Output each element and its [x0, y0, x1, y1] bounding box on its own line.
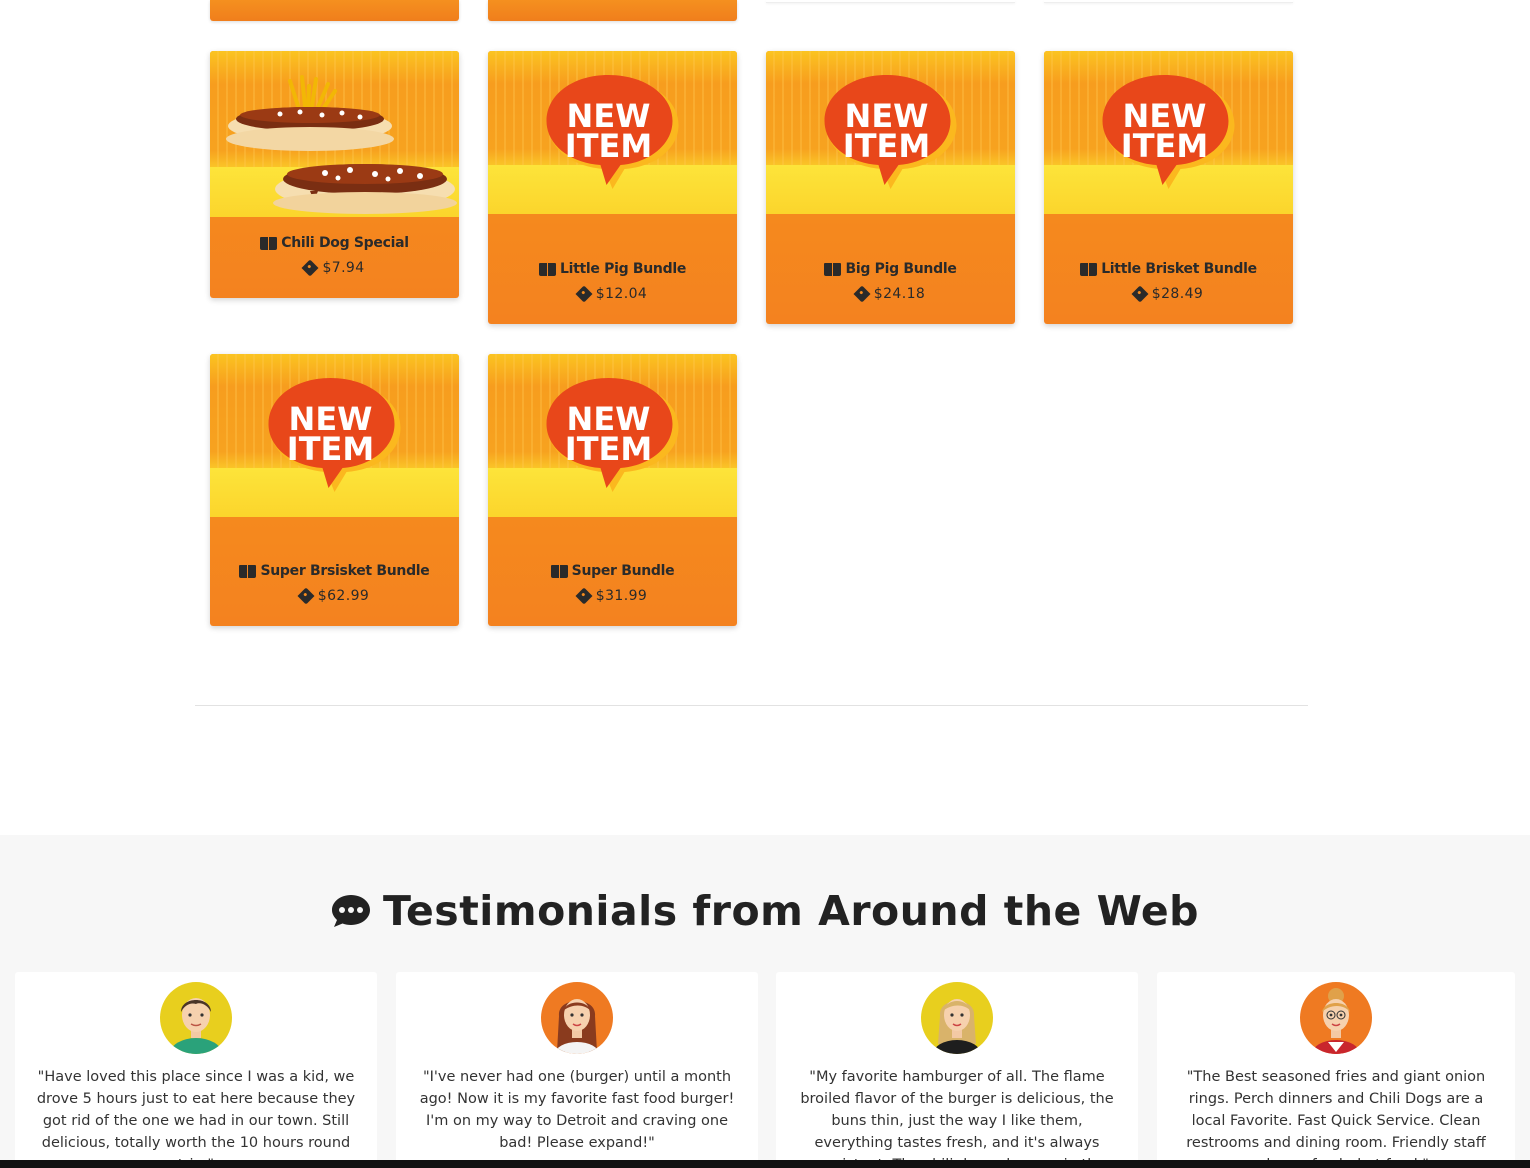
menu-item-name: Super Bundle	[488, 563, 737, 579]
menu-item-name: Chili Dog Special	[210, 235, 459, 251]
menu-item-name: Little Brisket Bundle	[1044, 261, 1293, 277]
menu-card-big-pig-bundle[interactable]: NEW ITEM Big Pig Bundle $24.18	[766, 51, 1015, 324]
new-item-badge-icon: NEW ITEM	[262, 376, 407, 492]
menu-card-super-bundle[interactable]: NEW ITEM Super Bundle $31.99	[488, 354, 737, 626]
avatar	[160, 982, 232, 1054]
new-item-badge-icon: NEW ITEM	[1096, 73, 1241, 189]
testimonials-heading: Testimonials from Around the Web	[0, 887, 1530, 935]
book-icon	[260, 236, 278, 250]
new-item-badge-icon: NEW ITEM	[818, 73, 963, 189]
menu-item-price: $12.04	[488, 285, 737, 303]
menu-item-price: $31.99	[488, 587, 737, 605]
svg-text:ITEM: ITEM	[286, 430, 373, 468]
tag-icon	[301, 259, 319, 277]
book-icon	[550, 564, 568, 578]
testimonial-card: "My favorite hamburger of all. The flame…	[776, 972, 1138, 1168]
new-item-image: NEW ITEM	[766, 51, 1015, 214]
menu-card-info: Big Pig Bundle $24.18	[766, 214, 1015, 303]
avatar	[1300, 982, 1372, 1054]
testimonial-quote: "Have loved this place since I was a kid…	[36, 1069, 356, 1168]
svg-text:ITEM: ITEM	[842, 127, 929, 165]
book-icon	[538, 262, 556, 276]
menu-card-partial	[1044, 0, 1293, 3]
new-item-image: NEW ITEM	[210, 354, 459, 517]
svg-text:ITEM: ITEM	[564, 430, 651, 468]
testimonial-quote: "The Best seasoned fries and giant onion…	[1186, 1069, 1486, 1168]
menu-card-partial[interactable]	[210, 0, 459, 21]
testimonial-card: "The Best seasoned fries and giant onion…	[1157, 972, 1515, 1168]
svg-text:ITEM: ITEM	[1120, 127, 1207, 165]
menu-card-info: Super Brsisket Bundle $62.99	[210, 517, 459, 605]
menu-card-chili-dog-special[interactable]: Chili Dog Special $7.94	[210, 51, 459, 298]
menu-card-partial[interactable]	[488, 0, 737, 21]
tag-icon	[297, 587, 315, 605]
svg-text:ITEM: ITEM	[564, 127, 651, 165]
chili-dog-image	[226, 75, 457, 214]
new-item-badge-icon: NEW ITEM	[540, 376, 685, 492]
menu-card-partial	[766, 0, 1015, 3]
book-icon	[824, 262, 842, 276]
menu-card-info: Super Bundle $31.99	[488, 517, 737, 605]
tag-icon	[853, 285, 871, 303]
testimonials-section: Testimonials from Around the Web "Have l…	[0, 835, 1530, 1168]
tag-icon	[1131, 285, 1149, 303]
comment-dots-icon	[331, 893, 371, 929]
menu-item-price: $24.18	[766, 285, 1015, 303]
new-item-image: NEW ITEM	[488, 51, 737, 214]
testimonial-quote: "I've never had one (burger) until a mon…	[419, 1069, 735, 1151]
avatar	[541, 982, 613, 1054]
menu-item-price: $7.94	[210, 259, 459, 277]
book-icon	[239, 564, 257, 578]
menu-item-name: Little Pig Bundle	[488, 261, 737, 277]
new-item-badge-icon: NEW ITEM	[540, 73, 685, 189]
menu-card-little-pig-bundle[interactable]: NEW ITEM Little Pig Bundle $12.04	[488, 51, 737, 324]
new-item-image: NEW ITEM	[1044, 51, 1293, 214]
page: Chili Dog Special $7.94 NEW ITEM Little P…	[0, 0, 1530, 1168]
menu-card-info: Chili Dog Special $7.94	[210, 217, 459, 277]
menu-item-name: Super Brsisket Bundle	[210, 563, 459, 579]
testimonial-card: "Have loved this place since I was a kid…	[15, 972, 377, 1168]
menu-card-info: Little Brisket Bundle $28.49	[1044, 214, 1293, 303]
book-icon	[1080, 262, 1098, 276]
bottom-bar	[0, 1160, 1530, 1168]
menu-item-price: $28.49	[1044, 285, 1293, 303]
new-item-image: NEW ITEM	[488, 354, 737, 517]
menu-card-super-brisket-bundle[interactable]: NEW ITEM Super Brsisket Bundle $62.99	[210, 354, 459, 626]
chili-dog-photo	[210, 51, 459, 217]
tag-icon	[575, 285, 593, 303]
menu-item-name: Big Pig Bundle	[766, 261, 1015, 277]
menu-card-info: Little Pig Bundle $12.04	[488, 214, 737, 303]
menu-card-little-brisket-bundle[interactable]: NEW ITEM Little Brisket Bundle $28.49	[1044, 51, 1293, 324]
tag-icon	[575, 587, 593, 605]
testimonial-card: "I've never had one (burger) until a mon…	[396, 972, 758, 1168]
avatar	[921, 982, 993, 1054]
menu-item-price: $62.99	[210, 587, 459, 605]
testimonial-quote: "My favorite hamburger of all. The flame…	[800, 1069, 1114, 1168]
section-divider	[195, 705, 1308, 706]
